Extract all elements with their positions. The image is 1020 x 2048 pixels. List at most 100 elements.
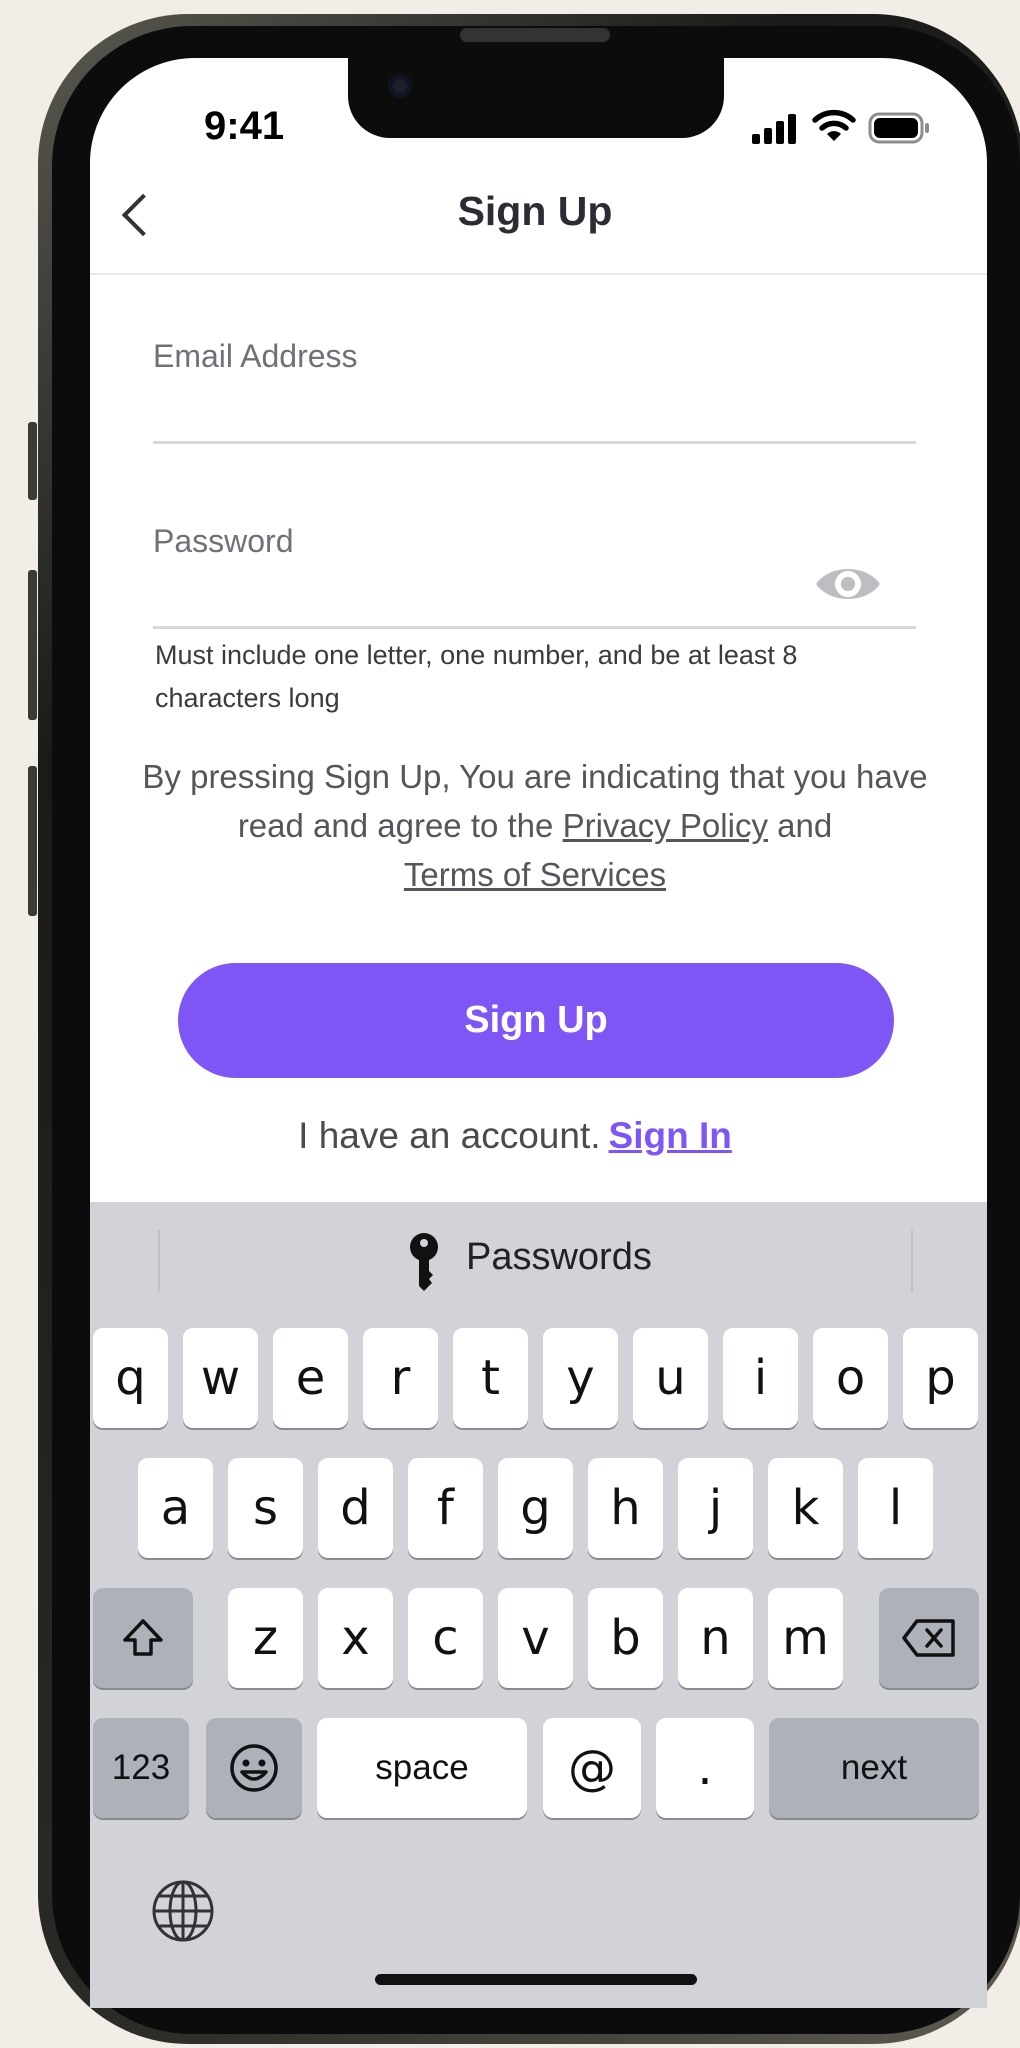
key-r-label: r (390, 1350, 411, 1406)
key-n[interactable]: n (678, 1588, 753, 1688)
key-w-label: w (200, 1350, 241, 1406)
key-r[interactable]: r (363, 1328, 438, 1428)
key-b-label: b (610, 1610, 641, 1666)
key-u-label: u (655, 1350, 686, 1406)
dot-key[interactable]: . (656, 1718, 754, 1818)
sign-up-button[interactable]: Sign Up (178, 963, 894, 1078)
shift-icon (123, 1619, 163, 1656)
backspace-icon (902, 1619, 955, 1657)
key-p-label: p (925, 1350, 956, 1406)
space-key-label: space (375, 1748, 469, 1787)
key-icon (410, 1233, 438, 1291)
key-q[interactable]: q (93, 1328, 168, 1428)
key-n-label: n (700, 1610, 731, 1666)
eye-icon[interactable] (812, 560, 884, 608)
key-v[interactable]: v (498, 1588, 573, 1688)
numbers-key[interactable]: 123 (93, 1718, 189, 1818)
terms-text: By pressing Sign Up, You are indicating … (140, 752, 930, 899)
key-s[interactable]: s (228, 1458, 303, 1558)
key-y[interactable]: y (543, 1328, 618, 1428)
key-a[interactable]: a (138, 1458, 213, 1558)
key-d[interactable]: d (318, 1458, 393, 1558)
key-e[interactable]: e (273, 1328, 348, 1428)
key-j-label: j (708, 1480, 723, 1536)
key-x[interactable]: x (318, 1588, 393, 1688)
key-l-label: l (888, 1480, 903, 1536)
battery-icon (868, 112, 929, 144)
numbers-key-label: 123 (111, 1748, 171, 1787)
shift-key[interactable] (93, 1588, 193, 1688)
key-d-label: d (340, 1480, 371, 1536)
wifi-icon (812, 109, 856, 141)
key-f-label: f (437, 1480, 454, 1536)
key-w[interactable]: w (183, 1328, 258, 1428)
notch (348, 58, 724, 138)
key-h-label: h (610, 1480, 641, 1536)
privacy-policy-link[interactable]: Privacy Policy (563, 807, 768, 844)
globe-key[interactable] (150, 1878, 216, 1949)
page-title: Sign Up (457, 188, 613, 234)
volume-down-button (28, 766, 37, 916)
next-key-label: next (840, 1748, 908, 1787)
account-prompt: I have an account. Sign In (0, 1115, 1020, 1157)
volume-up-button (28, 570, 37, 720)
key-g-label: g (520, 1480, 551, 1536)
key-s-label: s (252, 1480, 278, 1536)
key-j[interactable]: j (678, 1458, 753, 1558)
key-k[interactable]: k (768, 1458, 843, 1558)
at-key[interactable]: @ (543, 1718, 641, 1818)
key-m-label: m (782, 1610, 829, 1666)
next-key[interactable]: next (769, 1718, 979, 1818)
key-t[interactable]: t (453, 1328, 528, 1428)
key-a-label: a (160, 1480, 191, 1536)
key-f[interactable]: f (408, 1458, 483, 1558)
key-z[interactable]: z (228, 1588, 303, 1688)
front-camera (388, 74, 412, 98)
mute-switch (28, 422, 37, 500)
passwords-suggestion[interactable]: Passwords (466, 1236, 652, 1279)
key-o-label: o (835, 1350, 866, 1406)
home-indicator (375, 1974, 697, 1985)
email-label: Email Address (153, 338, 358, 374)
key-o[interactable]: o (813, 1328, 888, 1428)
nav-divider (90, 273, 987, 275)
suggestion-divider-right (911, 1230, 913, 1292)
key-b[interactable]: b (588, 1588, 663, 1688)
key-y-label: y (566, 1350, 595, 1406)
email-field[interactable]: Email Address (153, 330, 916, 446)
key-c[interactable]: c (408, 1588, 483, 1688)
speaker-grille (460, 28, 610, 42)
sign-in-link[interactable]: Sign In (609, 1115, 732, 1156)
status-time: 9:41 (204, 104, 285, 148)
terms-of-services-link[interactable]: Terms of Services (404, 856, 666, 893)
terms-middle: and (767, 807, 833, 844)
key-g[interactable]: g (498, 1458, 573, 1558)
key-i[interactable]: i (723, 1328, 798, 1428)
space-key[interactable]: space (317, 1718, 527, 1818)
signal-icon (752, 114, 796, 144)
key-c-label: c (432, 1610, 459, 1666)
dot-key-label: . (697, 1740, 713, 1796)
key-x-label: x (341, 1610, 370, 1666)
emoji-key[interactable] (206, 1718, 302, 1818)
key-z-label: z (252, 1610, 279, 1666)
globe-icon (152, 1880, 214, 1942)
key-l[interactable]: l (858, 1458, 933, 1558)
key-p[interactable]: p (903, 1328, 978, 1428)
key-u[interactable]: u (633, 1328, 708, 1428)
key-i-label: i (753, 1350, 768, 1406)
at-key-label: @ (568, 1740, 616, 1796)
emoji-icon (230, 1744, 278, 1792)
key-q-label: q (115, 1350, 146, 1406)
password-label: Password (153, 523, 294, 559)
suggestion-divider-left (158, 1230, 160, 1292)
key-v-label: v (521, 1610, 550, 1666)
key-h[interactable]: h (588, 1458, 663, 1558)
backspace-key[interactable] (879, 1588, 979, 1688)
email-underline (153, 441, 916, 444)
key-e-label: e (295, 1350, 326, 1406)
key-m[interactable]: m (768, 1588, 843, 1688)
password-field[interactable]: Password (153, 515, 916, 631)
password-hint: Must include one letter, one number, and… (155, 640, 798, 713)
password-underline (153, 626, 916, 629)
